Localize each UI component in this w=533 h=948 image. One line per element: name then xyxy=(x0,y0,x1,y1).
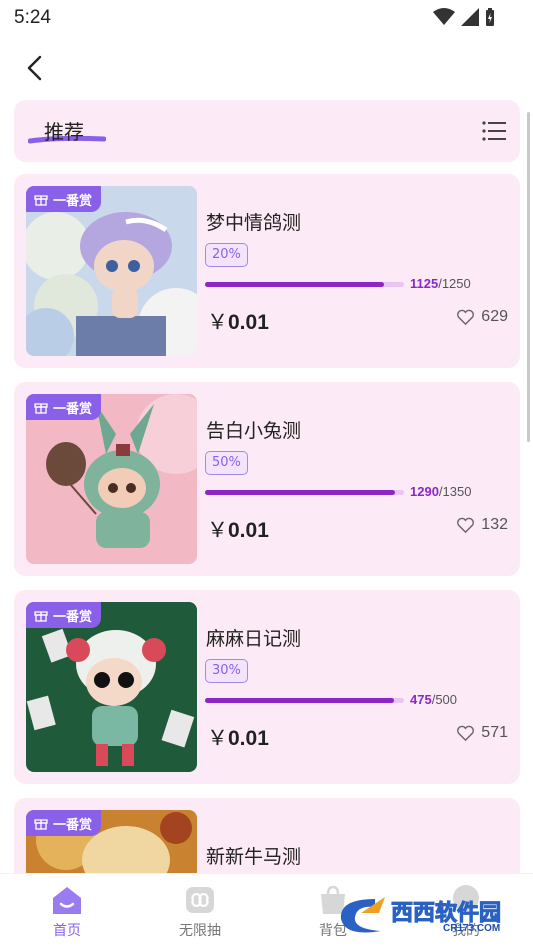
like-count: 132 xyxy=(481,516,508,533)
infinity-icon xyxy=(186,887,214,913)
product-card[interactable]: 一番赏 麻麻日记测 30% 475/500 ￥0.01 571 xyxy=(14,590,520,784)
product-card[interactable]: 一番赏 梦中情鸽测 20% 1125/1250 ￥0.01 629 xyxy=(14,174,520,368)
page-title: 推荐 xyxy=(44,120,84,144)
like-button[interactable]: 629 xyxy=(456,308,508,326)
progress-bar xyxy=(205,490,404,495)
status-time: 5:24 xyxy=(14,7,51,28)
like-count: 629 xyxy=(481,308,508,325)
like-button[interactable]: 132 xyxy=(456,516,508,534)
progress-fill xyxy=(205,282,385,287)
heart-icon xyxy=(457,725,475,741)
stock-current: 1290 xyxy=(410,484,439,499)
product-title: 告白小兔测 xyxy=(206,420,302,442)
scroll-indicator xyxy=(527,112,530,442)
progress-fill xyxy=(205,698,395,703)
stock-total: /1350 xyxy=(438,484,472,499)
back-button[interactable] xyxy=(20,52,52,84)
price: ￥0.01 xyxy=(207,722,269,752)
signal-icon xyxy=(461,8,479,26)
heart-icon xyxy=(457,309,475,325)
heart-icon xyxy=(457,517,475,533)
like-button[interactable]: 571 xyxy=(456,724,508,742)
tab-label: 首页 xyxy=(53,923,81,939)
category-badge: 一番赏 xyxy=(26,810,102,836)
watermark-logo: 西西软件园 CR173.COM xyxy=(335,893,515,941)
wifi-icon xyxy=(433,8,455,25)
progress-fill xyxy=(205,490,396,495)
discount-tag: 20% xyxy=(205,243,248,267)
badge-label: 一番赏 xyxy=(53,609,93,625)
recommend-header: 推荐 xyxy=(14,100,520,162)
gift-icon xyxy=(34,819,48,830)
like-count: 571 xyxy=(481,724,508,741)
discount-tag: 30% xyxy=(205,659,248,683)
badge-label: 一番赏 xyxy=(53,817,93,833)
tab-home[interactable]: 首页 xyxy=(22,884,112,940)
status-icons xyxy=(433,8,495,26)
product-title: 新新牛马测 xyxy=(206,846,302,868)
watermark-swoosh-icon xyxy=(340,897,385,933)
discount-tag: 50% xyxy=(205,451,248,475)
product-title: 梦中情鸽测 xyxy=(206,212,302,234)
list-view-icon[interactable] xyxy=(482,120,506,142)
stock-total: /1250 xyxy=(438,276,471,291)
currency-symbol: ￥ xyxy=(207,519,228,542)
category-badge: 一番赏 xyxy=(26,602,102,628)
battery-icon xyxy=(486,8,494,26)
stock-current: 475 xyxy=(410,692,432,707)
home-icon xyxy=(53,887,81,914)
tab-label: 无限抽 xyxy=(179,923,221,939)
status-bar: 5:24 xyxy=(0,0,533,38)
badge-label: 一番赏 xyxy=(53,193,93,209)
stock-current: 1125 xyxy=(410,276,439,291)
chevron-left-icon xyxy=(27,55,42,81)
stock-total: /500 xyxy=(431,692,458,707)
watermark-url: CR173.COM xyxy=(443,923,501,934)
price-value: 0.01 xyxy=(228,727,269,750)
progress-bar xyxy=(205,698,404,703)
gift-icon xyxy=(34,611,48,622)
category-badge: 一番赏 xyxy=(26,186,102,212)
currency-symbol: ￥ xyxy=(207,727,228,750)
currency-symbol: ￥ xyxy=(207,311,228,334)
price: ￥0.01 xyxy=(207,514,269,544)
price-value: 0.01 xyxy=(228,311,269,334)
stock-count: 1290/1350 xyxy=(410,484,471,499)
tab-infinite-draw[interactable]: 无限抽 xyxy=(155,884,245,940)
gift-icon xyxy=(34,403,48,414)
price-value: 0.01 xyxy=(228,519,269,542)
badge-label: 一番赏 xyxy=(53,401,93,417)
price: ￥0.01 xyxy=(207,306,269,336)
stock-count: 1125/1250 xyxy=(410,276,471,291)
product-title: 麻麻日记测 xyxy=(206,628,302,650)
gift-icon xyxy=(34,195,48,206)
category-badge: 一番赏 xyxy=(26,394,102,420)
product-card[interactable]: 一番赏 新新牛马测 xyxy=(14,798,520,874)
progress-bar xyxy=(205,282,404,287)
stock-count: 475/500 xyxy=(410,692,457,707)
product-card[interactable]: 一番赏 告白小兔测 50% 1290/1350 ￥0.01 132 xyxy=(14,382,520,576)
